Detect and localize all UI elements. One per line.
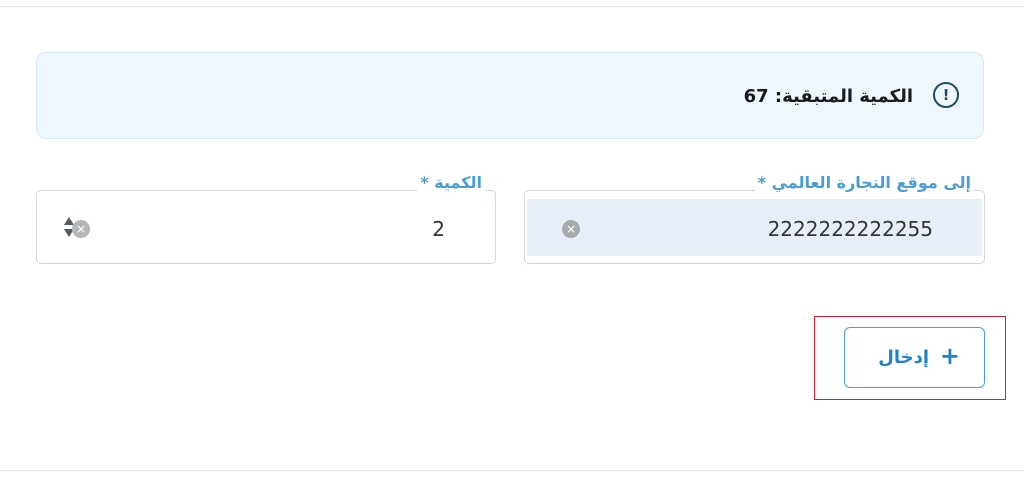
clear-circle-icon[interactable]: ×: [562, 220, 580, 238]
page: ! الكمية المتبقية: 67 إلى موقع التجارة ا…: [0, 0, 1024, 482]
quantity-field-label: الكمية *: [417, 173, 485, 192]
destination-field-value[interactable]: 2222222222255: [768, 217, 933, 241]
destination-field-label: إلى موقع التجارة العالمي *: [754, 173, 974, 192]
enter-button-label: إدخال: [878, 347, 929, 368]
exclamation-circle-icon: !: [933, 82, 959, 108]
plus-icon: +: [939, 342, 960, 370]
alert-text: الكمية المتبقية: 67: [743, 86, 913, 107]
top-divider: [0, 6, 1024, 7]
quantity-field-value[interactable]: 2: [432, 217, 445, 241]
quantity-field[interactable]: الكمية * 2 ×: [36, 173, 496, 264]
bottom-divider: [0, 470, 1024, 471]
remaining-quantity-alert: ! الكمية المتبقية: 67: [36, 52, 984, 139]
enter-button[interactable]: + إدخال: [844, 327, 985, 388]
clear-circle-icon[interactable]: ×: [72, 220, 90, 238]
destination-field[interactable]: إلى موقع التجارة العالمي * 2222222222255…: [524, 173, 985, 264]
